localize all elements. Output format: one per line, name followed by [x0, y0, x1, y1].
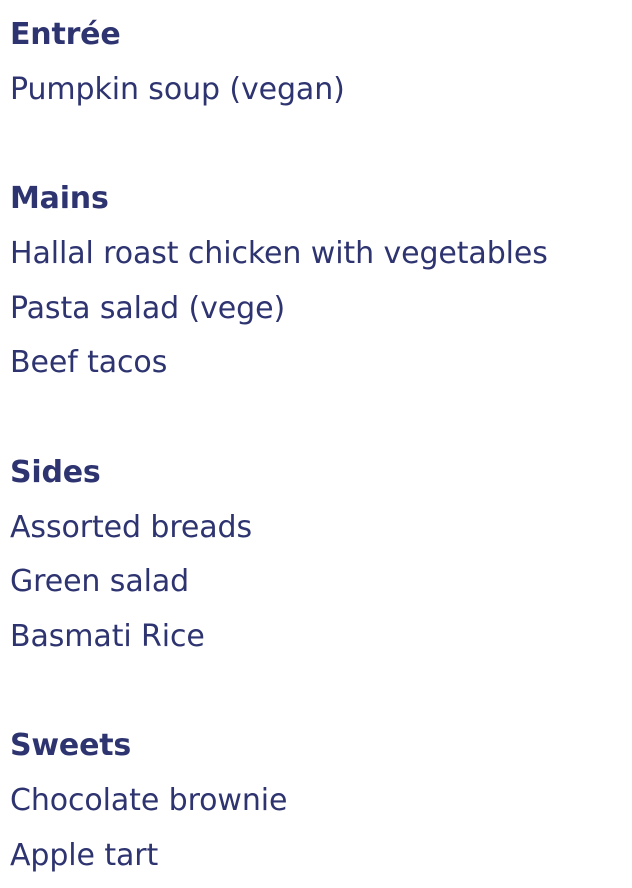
menu-section-entree: Entrée Pumpkin soup (vegan)	[10, 8, 632, 118]
menu-item: Hallal roast chicken with vegetables	[10, 235, 548, 271]
section-items: Assorted breads Green salad Basmati Rice	[10, 501, 632, 665]
menu: Entrée Pumpkin soup (vegan) Mains Hallal…	[0, 0, 632, 888]
menu-item: Assorted breads	[10, 509, 253, 545]
section-title: Mains	[10, 181, 109, 217]
menu-item: Basmati Rice	[10, 619, 205, 655]
section-title: Sweets	[10, 728, 132, 764]
menu-item: Pasta salad (vege)	[10, 290, 286, 326]
menu-item: Green salad	[10, 564, 190, 600]
menu-item: Pumpkin soup (vegan)	[10, 71, 345, 107]
menu-section-mains: Mains Hallal roast chicken with vegetabl…	[10, 172, 632, 391]
section-items: Chocolate brownie Apple tart	[10, 774, 632, 884]
menu-section-sweets: Sweets Chocolate brownie Apple tart	[10, 719, 632, 883]
section-title: Entrée	[10, 17, 121, 52]
menu-item: Beef tacos	[10, 345, 168, 381]
menu-item: Apple tart	[10, 838, 159, 874]
menu-item: Chocolate brownie	[10, 783, 288, 819]
section-title: Sides	[10, 454, 101, 490]
menu-section-sides: Sides Assorted breads Green salad Basmat…	[10, 446, 632, 665]
section-items: Hallal roast chicken with vegetables Pas…	[10, 227, 632, 391]
section-items: Pumpkin soup (vegan)	[10, 63, 632, 118]
